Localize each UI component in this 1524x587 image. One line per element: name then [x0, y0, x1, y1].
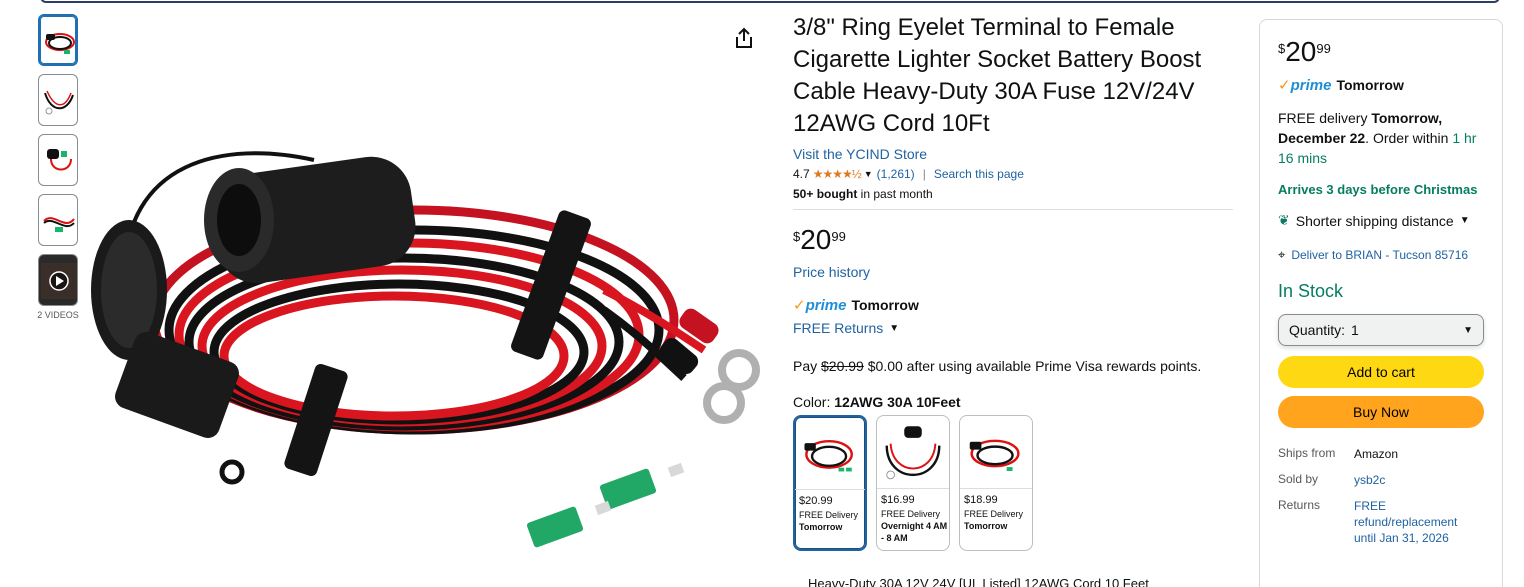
color-label: Color: 12AWG 30A 10Feet	[793, 394, 961, 410]
thumbnail-2[interactable]	[38, 74, 78, 126]
sold-by-link[interactable]: ysb2c	[1354, 472, 1474, 488]
store-link[interactable]: Visit the YCIND Store	[793, 146, 1233, 162]
thumbnail-video[interactable]	[38, 254, 78, 306]
shorter-shipping-toggle[interactable]: ❦ Shorter shipping distance ▼	[1278, 212, 1484, 229]
prime-logo-icon: ✓ prime	[1278, 76, 1332, 95]
main-product-image[interactable]	[84, 120, 774, 570]
product-title: 3/8" Ring Eyelet Terminal to Female Ciga…	[793, 14, 1202, 137]
quantity-select[interactable]: Quantity: 1 ▼	[1278, 314, 1484, 346]
star-rating-icon[interactable]: ★★★★½	[813, 167, 862, 181]
quantity-value: 1	[1351, 322, 1359, 338]
videos-label: 2 VIDEOS	[37, 310, 79, 320]
free-returns-link[interactable]: FREE Returns ▼	[793, 320, 1233, 336]
ships-from-label: Ships from	[1278, 446, 1336, 460]
add-to-cart-button[interactable]: Add to cart	[1278, 356, 1484, 388]
leaf-icon: ❦	[1278, 212, 1290, 228]
thumbnail-list: 2 VIDEOS	[37, 14, 80, 320]
rating-count-link[interactable]: (1,261)	[877, 167, 915, 181]
ships-from-value: Amazon	[1354, 447, 1399, 461]
thumbnail-1[interactable]	[38, 14, 78, 66]
top-strip	[0, 0, 1524, 8]
variant-option[interactable]: $18.99 FREE Delivery Tomorrow	[959, 415, 1033, 551]
prime-delivery: ✓ prime Tomorrow	[793, 296, 919, 315]
chevron-down-icon: ▼	[889, 322, 900, 334]
thumbnail-4[interactable]	[38, 194, 78, 246]
prime-logo-icon: ✓ prime	[793, 296, 847, 315]
share-icon[interactable]	[732, 26, 756, 50]
chevron-down-icon: ▼	[1459, 215, 1470, 226]
delivery-message: FREE delivery Tomorrow, December 22. Ord…	[1278, 110, 1477, 166]
product-price: $ 20 99	[793, 224, 846, 255]
buy-box: $ 20 99 ✓ prime Tomorrow FREE delivery To…	[1259, 19, 1503, 587]
search-page-link[interactable]: Search this page	[934, 167, 1024, 181]
rating-value: 4.7	[793, 167, 810, 181]
product-details: 3/8" Ring Eyelet Terminal to Female Ciga…	[793, 12, 1233, 551]
returns-link[interactable]: FREE refund/replacement until Jan 31, 20…	[1354, 498, 1474, 546]
fulfillment-info: Ships from Amazon Sold by ysb2c Returns …	[1278, 446, 1484, 546]
about-item-first-bullet: Heavy-Duty 30A 12V 24V [UL Listed] 12AWG…	[808, 576, 1149, 587]
stock-status: In Stock	[1278, 281, 1344, 301]
buybox-prime: ✓ prime Tomorrow	[1278, 76, 1404, 95]
deliver-to-link[interactable]: ⌖ Deliver to BRIAN - Tucson 85716	[1278, 247, 1484, 263]
divider	[793, 209, 1233, 210]
separator: |	[922, 167, 926, 181]
prime-visa-offer: Pay $20.99 $0.00 after using available P…	[793, 358, 1202, 374]
buybox-price: $ 20 99	[1278, 36, 1331, 67]
returns-label: Returns	[1278, 498, 1321, 512]
price-history-link[interactable]: Price history	[793, 264, 1233, 280]
thumbnail-3[interactable]	[38, 134, 78, 186]
variant-option[interactable]: $16.99 FREE Delivery Overnight 4 AM - 8 …	[876, 415, 950, 551]
location-pin-icon: ⌖	[1278, 247, 1286, 262]
chevron-down-icon: ▼	[1463, 324, 1473, 336]
variant-swatches: $20.99 FREE Delivery Tomorrow $16.99 FRE…	[793, 415, 1233, 551]
sold-by-label: Sold by	[1278, 472, 1319, 486]
bought-count: 50+ bought in past month	[793, 187, 933, 201]
variant-option[interactable]: $20.99 FREE Delivery Tomorrow	[793, 415, 867, 551]
rating-row: 4.7 ★★★★½ ▼ (1,261) | Search this page	[793, 167, 1233, 181]
buy-now-button[interactable]: Buy Now	[1278, 396, 1484, 428]
chevron-down-icon[interactable]: ▼	[864, 169, 873, 179]
arrives-message: Arrives 3 days before Christmas	[1278, 182, 1478, 197]
